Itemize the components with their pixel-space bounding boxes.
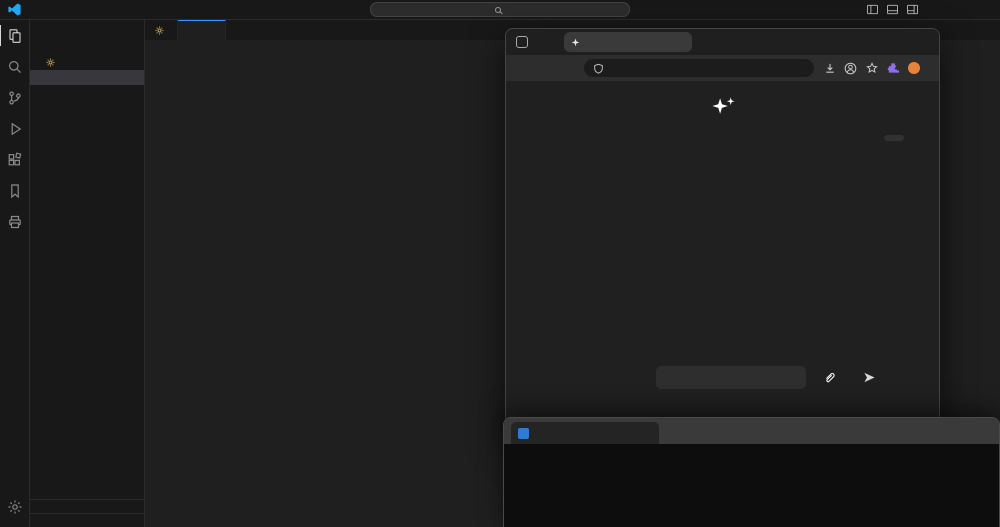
sparkle-favicon (571, 37, 580, 46)
explorer-icon[interactable] (0, 20, 30, 51)
user-badge (911, 136, 925, 140)
download-icon[interactable] (820, 59, 839, 78)
print-icon[interactable] (0, 206, 30, 237)
customize-layout-icon[interactable] (902, 0, 922, 20)
sparkle-icon (711, 97, 735, 114)
terminal-tabbar (504, 418, 999, 444)
open-editors-section[interactable] (30, 40, 144, 55)
sidebar-bottom-sections (30, 499, 144, 527)
send-button[interactable] (853, 366, 886, 389)
extensions-puzzle-icon[interactable] (883, 59, 902, 78)
gear-file-icon (154, 26, 164, 35)
paperclip-icon (826, 373, 835, 383)
open-editor-serverjs[interactable] (30, 70, 144, 85)
gear-file-icon (45, 58, 55, 67)
timeline-section[interactable] (30, 499, 144, 513)
browser-tabstrip (506, 29, 939, 55)
tab-env[interactable] (145, 20, 178, 40)
vscode-logo-icon (8, 3, 21, 16)
outline-section[interactable] (30, 513, 144, 527)
toggle-sidebar-icon[interactable] (862, 0, 882, 20)
search-sidebar-icon[interactable] (0, 51, 30, 82)
attach-button[interactable] (813, 366, 846, 389)
chat-input-row (656, 366, 886, 389)
favorites-star-icon[interactable] (862, 59, 881, 78)
open-editor-env[interactable] (30, 55, 144, 70)
profile-icon[interactable] (841, 59, 860, 78)
terminal-output[interactable] (504, 444, 999, 456)
new-terminal-tab-button[interactable] (659, 418, 675, 444)
avatar-icon[interactable] (904, 59, 923, 78)
tab-actions-icon[interactable] (516, 36, 528, 48)
chat-input[interactable] (656, 366, 806, 389)
browser-window (505, 28, 940, 437)
settings-gear-icon[interactable] (0, 491, 30, 522)
tab-serverjs[interactable] (178, 20, 226, 40)
powershell-icon (518, 427, 529, 439)
desktop (0, 0, 1000, 527)
explorer-header (30, 20, 144, 40)
send-icon (864, 372, 875, 383)
bookmarks-icon[interactable] (0, 175, 30, 206)
model-badge (518, 169, 532, 173)
search-icon (494, 6, 501, 13)
user-message (884, 135, 904, 141)
source-control-icon[interactable] (0, 82, 30, 113)
terminal-dropdown-icon[interactable] (675, 418, 691, 444)
terminal-tab-powershell[interactable] (511, 422, 659, 444)
terminal-window (503, 417, 1000, 527)
chat-page (506, 81, 939, 436)
project-section[interactable] (30, 85, 144, 100)
vscode-titlebar (0, 0, 1000, 20)
run-debug-icon[interactable] (0, 113, 30, 144)
browser-tab-chatbot[interactable] (564, 32, 692, 52)
command-center-search[interactable] (370, 2, 630, 17)
user-message-row (884, 135, 925, 141)
toggle-panel-icon[interactable] (882, 0, 902, 20)
shield-icon (594, 63, 603, 74)
extensions-icon[interactable] (0, 144, 30, 175)
titlebar-controls (862, 0, 1000, 20)
explorer-sidebar (30, 20, 145, 527)
activity-bar (0, 20, 30, 527)
model-message-row (518, 169, 541, 178)
browser-navbar (506, 55, 939, 81)
address-bar[interactable] (584, 59, 814, 77)
